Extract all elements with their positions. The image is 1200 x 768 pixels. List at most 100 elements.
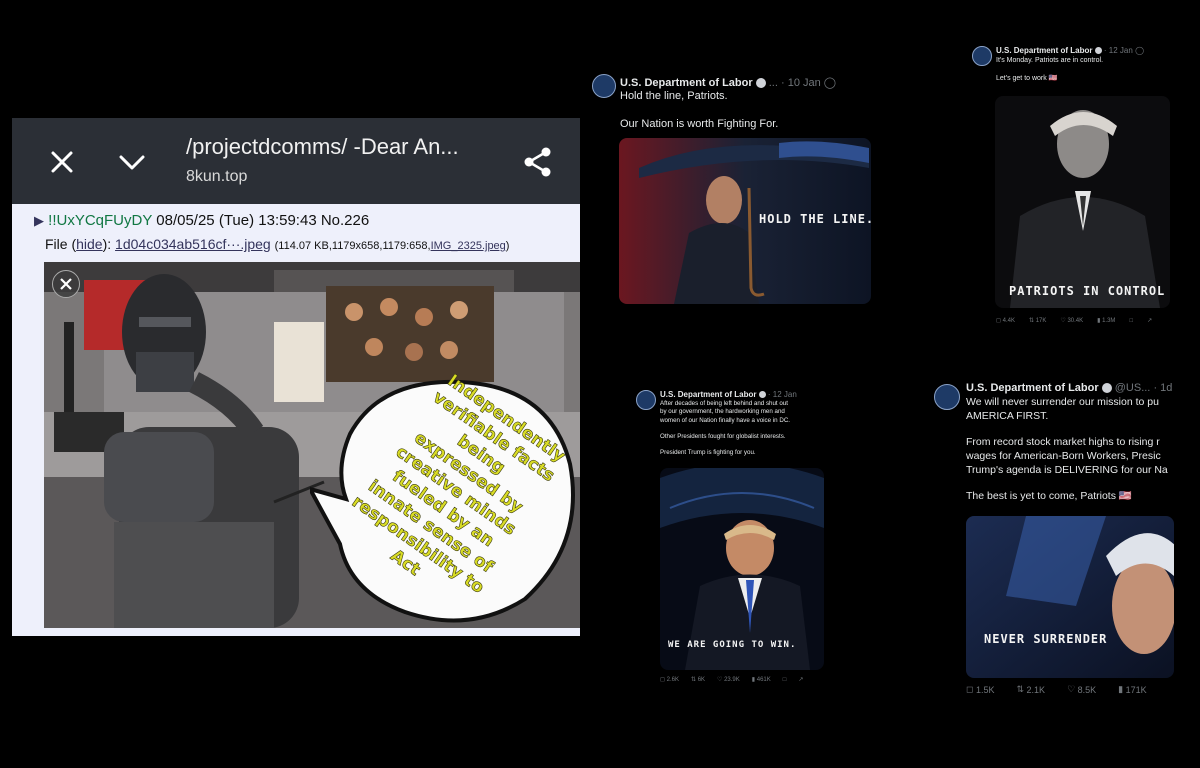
page-title: /projectdcomms/ -Dear An... — [186, 134, 459, 159]
close-icon[interactable] — [52, 270, 80, 298]
avatar[interactable] — [972, 46, 992, 66]
tweet-header: U.S. Department of Labor · 12 Jan — [660, 390, 797, 399]
view-count: 1.3M — [1102, 317, 1116, 324]
tweet-image[interactable]: NEVER SURRENDER — [966, 516, 1174, 678]
tweet-text: It's Monday. Patriots are in control. Le… — [996, 57, 1103, 84]
author-name: U.S. Department of Labor — [966, 382, 1099, 394]
bookmark-icon[interactable]: □ — [783, 676, 787, 683]
tweet-actions: ◻ 4.4K ⇅ 17K ♡ 30.4K ▮ 1.3M □ ↗ — [996, 317, 1152, 325]
tweet-time: · 10 Jan — [780, 77, 821, 89]
like-count: 23.9K — [724, 676, 740, 683]
tweet-image[interactable]: WE ARE GOING TO WIN. — [660, 468, 824, 670]
bookmark-icon[interactable]: □ — [1129, 317, 1133, 324]
tweet-line — [966, 477, 1168, 490]
reply-count: 4.4K — [1002, 317, 1015, 324]
view-count: 171K — [1125, 684, 1147, 695]
grok-icon[interactable]: ◯ — [1135, 46, 1144, 55]
file-sep: ): — [102, 236, 112, 252]
tweet-card[interactable]: U.S. Department of Labor ... · 10 Jan ◯ … — [586, 66, 878, 316]
avatar[interactable] — [934, 384, 960, 410]
tweet-line: by our government, the hardworking men a… — [660, 408, 785, 416]
post-number[interactable]: No.226 — [321, 212, 369, 229]
image-caption: HOLD THE LINE. — [759, 212, 871, 226]
avatar[interactable] — [636, 390, 656, 410]
retweet-count: 6K — [697, 676, 706, 683]
tweet-line — [996, 66, 1103, 75]
retweet-icon[interactable]: ⇅ 17K — [1029, 317, 1046, 325]
file-meta: (114.07 KB,1179x658,1179:658, — [274, 240, 431, 252]
tweet-line: Hold the line, Patriots. — [620, 90, 728, 102]
tweet-card[interactable]: U.S. Department of Labor · 12 Jan After … — [630, 382, 830, 688]
heart-icon[interactable]: ♡ 8.5K — [1067, 684, 1096, 695]
reply-icon[interactable]: ◻ 4.4K — [996, 317, 1015, 325]
author-name: U.S. Department of Labor — [660, 390, 757, 399]
tweet-card[interactable]: U.S. Department of Labor @US... · 1d We … — [926, 376, 1174, 704]
tweet-line: Our Nation is worth Fighting For. — [620, 117, 779, 130]
tweet-actions: ◻ 2.6K ⇅ 6K ♡ 23.9K ▮ 461K □ ↗ — [660, 676, 803, 684]
tweet-line: The best is yet to come, Patriots 🇺🇸 — [966, 490, 1132, 503]
reply-count: 1.5K — [975, 684, 995, 695]
views-icon[interactable]: ▮ 171K — [1118, 684, 1146, 695]
avatar[interactable] — [592, 74, 616, 98]
author-name: U.S. Department of Labor — [620, 77, 753, 89]
retweet-icon[interactable]: ⇅ 6K — [691, 676, 706, 684]
tweet-text: Hold the line, Patriots. Our Nation is w… — [620, 90, 778, 132]
share-icon[interactable]: ↗ — [798, 676, 803, 683]
close-icon[interactable] — [44, 144, 80, 180]
heart-icon[interactable]: ♡ 23.9K — [717, 676, 740, 684]
expand-triangle-icon[interactable]: ▶ — [34, 213, 44, 228]
hide-link[interactable]: hide — [76, 236, 102, 252]
image-caption: WE ARE GOING TO WIN. — [668, 640, 797, 650]
file-link[interactable]: 1d04c034ab516cf···.jpeg — [115, 236, 271, 252]
retweet-count: 2.1K — [1026, 684, 1046, 695]
post: ▶ !!UxYCqFUyDY 08/05/25 (Tue) 13:59:43 N… — [12, 204, 580, 636]
reply-count: 2.6K — [666, 676, 679, 683]
speech-bubble: Independently verifiable facts being exp… — [310, 374, 578, 624]
reply-icon[interactable]: ◻ 1.5K — [966, 684, 995, 695]
tweet-line: AMERICA FIRST. — [966, 409, 1049, 422]
tweet-line: After decades of being left behind and s… — [660, 400, 788, 407]
views-icon[interactable]: ▮ 1.3M — [1097, 317, 1116, 325]
verified-badge-icon — [1101, 383, 1112, 394]
tweet-header: U.S. Department of Labor ... · 10 Jan ◯ — [620, 76, 836, 89]
bubble-text: Independently verifiable facts being exp… — [348, 374, 569, 598]
more-indicator: ... — [768, 77, 778, 89]
grok-icon[interactable]: ◯ — [824, 77, 836, 89]
tweet-time: · 1d — [1153, 382, 1173, 394]
tweet-line: President Trump is fighting for you. — [660, 449, 756, 457]
image-caption: PATRIOTS IN CONTROL — [1009, 284, 1166, 298]
post-datetime: 08/05/25 (Tue) 13:59:43 — [156, 212, 317, 229]
heart-icon[interactable]: ♡ 30.4K — [1060, 317, 1084, 325]
retweet-icon[interactable]: ⇅ 2.1K — [1017, 684, 1046, 695]
verified-badge-icon — [758, 391, 766, 399]
tweet-text: We will never surrender our mission to p… — [966, 396, 1168, 504]
poster-id: !!UxYCqFUyDY — [48, 212, 153, 229]
like-count: 8.5K — [1077, 684, 1097, 695]
tweet-image[interactable]: HOLD THE LINE. — [619, 138, 871, 304]
post-image[interactable]: Independently verifiable facts being exp… — [44, 262, 580, 628]
share-icon[interactable]: ↗ — [1147, 317, 1152, 324]
like-count: 30.4K — [1067, 317, 1084, 324]
file-original-name[interactable]: IMG_2325.jpeg — [431, 240, 506, 252]
tweet-line: From record stock market highs to rising… — [966, 436, 1160, 449]
tweet-image[interactable]: PATRIOTS IN CONTROL — [995, 96, 1170, 308]
tweet-line: We will never surrender our mission to p… — [966, 396, 1159, 408]
tweet-line: Trump's agenda is DELIVERING for our Na — [966, 463, 1168, 476]
tweet-line — [966, 423, 1168, 436]
file-end: ) — [505, 240, 510, 252]
reply-icon[interactable]: ◻ 2.6K — [660, 676, 679, 684]
tweet-line — [620, 104, 778, 118]
author-name: U.S. Department of Labor — [996, 46, 1093, 55]
views-icon[interactable]: ▮ 461K — [752, 676, 771, 684]
post-header: ▶ !!UxYCqFUyDY 08/05/25 (Tue) 13:59:43 N… — [34, 212, 369, 229]
tweet-header: U.S. Department of Labor @US... · 1d — [966, 382, 1172, 394]
tweet-line: Let's get to work 🇺🇸 — [996, 74, 1058, 82]
tweet-line — [660, 425, 790, 433]
view-count: 461K — [756, 676, 771, 683]
tweet-card[interactable]: U.S. Department of Labor · 12 Jan ◯ It's… — [966, 38, 1176, 334]
8kun-thread-view: /projectdcomms/ -Dear An... 8kun.top ▶ !… — [12, 118, 580, 636]
share-icon[interactable] — [520, 144, 556, 180]
chevron-down-icon[interactable] — [114, 144, 150, 180]
verified-badge-icon — [1094, 47, 1102, 55]
tweet-actions: ◻ 1.5K ⇅ 2.1K ♡ 8.5K ▮ 171K — [966, 684, 1147, 695]
